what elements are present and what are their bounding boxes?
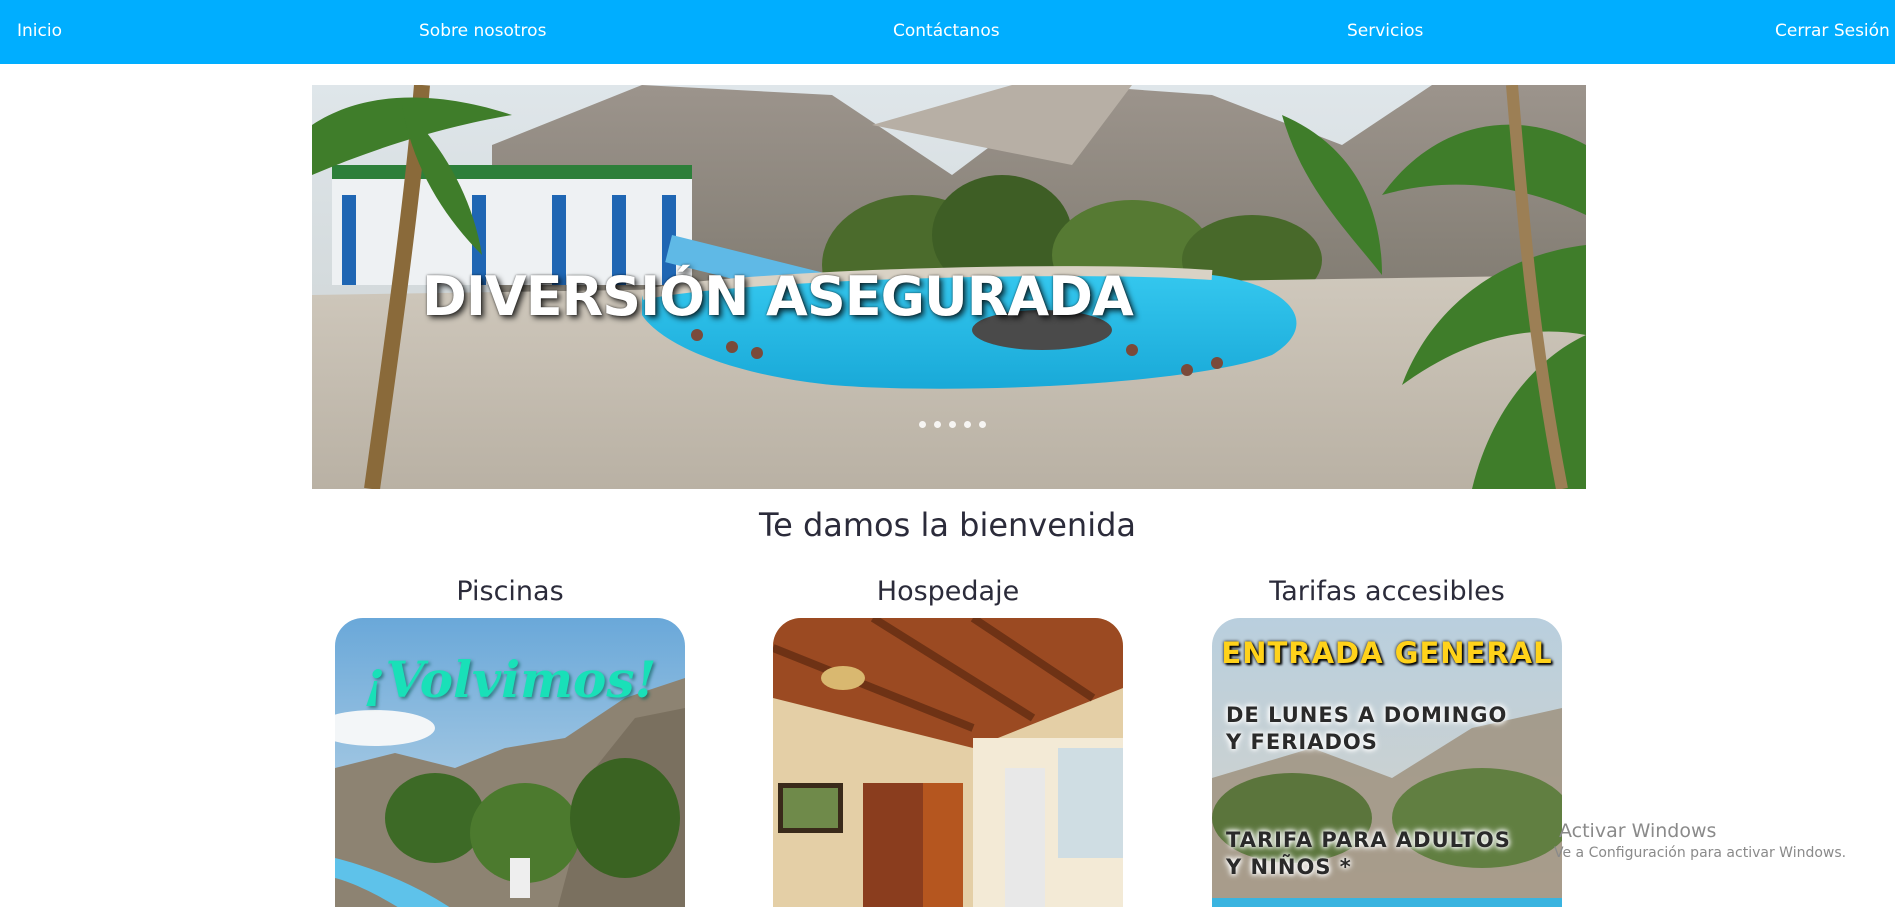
- carousel-dot[interactable]: [949, 421, 956, 428]
- welcome-heading: Te damos la bienvenida: [758, 506, 1137, 544]
- carousel-dot[interactable]: [919, 421, 926, 428]
- card-title: Tarifas accesibles: [1269, 576, 1505, 607]
- watermark-title: Activar Windows: [1559, 820, 1717, 842]
- card-piscinas[interactable]: Piscinas ¡Volvimos!: [335, 574, 685, 907]
- nav-link-contactanos[interactable]: Contáctanos: [893, 0, 1000, 64]
- card-image-piscinas: ¡Volvimos!: [335, 618, 685, 907]
- top-navbar: Inicio Sobre nosotros Contáctanos Servic…: [0, 0, 1895, 64]
- tarifa-header: ENTRADA GENERAL: [1221, 636, 1553, 670]
- windows-activation-watermark: Activar Windows Ve a Configuración para …: [1554, 819, 1846, 863]
- card-tarifas-accesibles[interactable]: Tarifas accesibles ENTRADA GENERAL DE LU…: [1212, 574, 1562, 907]
- hero-caption: DIVERSIÓN ASEGURADA: [422, 265, 1134, 328]
- card-hospedaje[interactable]: Hospedaje: [773, 574, 1123, 907]
- card-image-hospedaje: [773, 618, 1123, 907]
- watermark-subtitle: Ve a Configuración para activar Windows.: [1554, 845, 1847, 861]
- hero-carousel[interactable]: DIVERSIÓN ASEGURADA: [312, 85, 1586, 489]
- carousel-dot[interactable]: [979, 421, 986, 428]
- nav-link-sobre-nosotros[interactable]: Sobre nosotros: [419, 0, 546, 64]
- tarifa-price-text: TARIFA PARA ADULTOS Y NIÑOS *: [1226, 828, 1511, 879]
- carousel-indicators: [919, 421, 986, 428]
- card-title: Hospedaje: [876, 576, 1020, 607]
- tarifa-schedule-text: DE LUNES A DOMINGO Y FERIADOS: [1226, 703, 1508, 754]
- card-title: Piscinas: [456, 576, 564, 607]
- nav-link-servicios[interactable]: Servicios: [1347, 0, 1423, 64]
- carousel-dot[interactable]: [964, 421, 971, 428]
- card-image-tarifas: ENTRADA GENERAL DE LUNES A DOMINGO Y FER…: [1212, 618, 1562, 907]
- carousel-dot[interactable]: [934, 421, 941, 428]
- nav-link-cerrar-sesion[interactable]: Cerrar Sesión: [1775, 0, 1895, 64]
- card-image-text: ¡Volvimos!: [363, 650, 657, 709]
- nav-link-inicio[interactable]: Inicio: [17, 0, 62, 64]
